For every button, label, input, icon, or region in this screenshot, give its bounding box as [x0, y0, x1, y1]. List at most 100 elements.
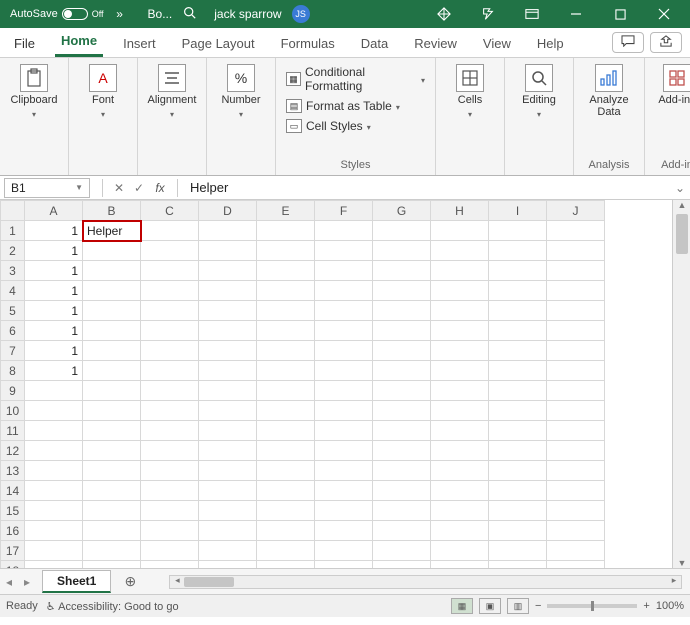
- cell[interactable]: 1: [25, 241, 83, 261]
- cell[interactable]: [199, 381, 257, 401]
- cell[interactable]: [315, 521, 373, 541]
- col-header[interactable]: A: [25, 201, 83, 221]
- row-header[interactable]: 11: [1, 421, 25, 441]
- col-header[interactable]: E: [257, 201, 315, 221]
- cell[interactable]: [373, 381, 431, 401]
- cell[interactable]: [141, 281, 199, 301]
- cell[interactable]: [547, 261, 605, 281]
- cell[interactable]: [373, 241, 431, 261]
- cell[interactable]: [25, 461, 83, 481]
- row-header[interactable]: 17: [1, 541, 25, 561]
- cell[interactable]: [373, 521, 431, 541]
- col-header[interactable]: D: [199, 201, 257, 221]
- cell[interactable]: [257, 561, 315, 569]
- cell[interactable]: 1: [25, 301, 83, 321]
- cell[interactable]: [141, 341, 199, 361]
- autosave-toggle[interactable]: AutoSave Off: [4, 8, 110, 20]
- cell[interactable]: [83, 501, 141, 521]
- row-header[interactable]: 4: [1, 281, 25, 301]
- col-header[interactable]: G: [373, 201, 431, 221]
- cell[interactable]: [257, 481, 315, 501]
- cell[interactable]: [25, 421, 83, 441]
- cell[interactable]: [257, 401, 315, 421]
- cell-styles-button[interactable]: ▭ Cell Styles: [284, 118, 427, 134]
- cell[interactable]: [83, 241, 141, 261]
- cell[interactable]: [199, 421, 257, 441]
- col-header[interactable]: B: [83, 201, 141, 221]
- view-normal-button[interactable]: ▦: [451, 598, 473, 614]
- scroll-down-icon[interactable]: ▼: [673, 558, 690, 568]
- cell[interactable]: [373, 261, 431, 281]
- cell[interactable]: [431, 561, 489, 569]
- cell[interactable]: [547, 521, 605, 541]
- cell[interactable]: [141, 241, 199, 261]
- row-header[interactable]: 16: [1, 521, 25, 541]
- cell[interactable]: [431, 381, 489, 401]
- cell[interactable]: [25, 481, 83, 501]
- select-all-corner[interactable]: [1, 201, 25, 221]
- cell[interactable]: [489, 421, 547, 441]
- cell[interactable]: [199, 221, 257, 241]
- cell[interactable]: [199, 521, 257, 541]
- tab-file[interactable]: File: [8, 30, 41, 57]
- cell[interactable]: [257, 521, 315, 541]
- tab-data[interactable]: Data: [355, 30, 394, 57]
- cell[interactable]: [315, 501, 373, 521]
- scroll-right-icon[interactable]: ▸: [667, 575, 681, 586]
- row-header[interactable]: 2: [1, 241, 25, 261]
- cell[interactable]: [373, 401, 431, 421]
- cell[interactable]: [83, 441, 141, 461]
- cell[interactable]: [489, 261, 547, 281]
- cell[interactable]: [489, 501, 547, 521]
- cell[interactable]: [431, 321, 489, 341]
- user-name[interactable]: jack sparrow: [208, 7, 287, 21]
- cell[interactable]: [25, 441, 83, 461]
- cell[interactable]: [489, 381, 547, 401]
- tab-page-layout[interactable]: Page Layout: [176, 30, 261, 57]
- cell[interactable]: [199, 501, 257, 521]
- cell[interactable]: [431, 441, 489, 461]
- tab-view[interactable]: View: [477, 30, 517, 57]
- cell[interactable]: [547, 301, 605, 321]
- cell[interactable]: [315, 301, 373, 321]
- coming-soon-icon[interactable]: [466, 0, 510, 28]
- cell[interactable]: [489, 301, 547, 321]
- cell[interactable]: [199, 341, 257, 361]
- row-header[interactable]: 18: [1, 561, 25, 569]
- cell[interactable]: [489, 341, 547, 361]
- cell[interactable]: [141, 541, 199, 561]
- cell[interactable]: [547, 281, 605, 301]
- cell[interactable]: [257, 301, 315, 321]
- cell[interactable]: [141, 361, 199, 381]
- cell[interactable]: [315, 381, 373, 401]
- cell[interactable]: [83, 541, 141, 561]
- horizontal-scrollbar[interactable]: ◂ ▸: [169, 575, 682, 589]
- zoom-out-button[interactable]: −: [535, 600, 541, 612]
- cell[interactable]: [373, 461, 431, 481]
- cell[interactable]: [315, 241, 373, 261]
- cell[interactable]: [199, 301, 257, 321]
- minimize-button[interactable]: [554, 0, 598, 28]
- cell[interactable]: [199, 461, 257, 481]
- cell[interactable]: [547, 361, 605, 381]
- analyze-data-button[interactable]: Analyze Data: [582, 64, 636, 118]
- cell[interactable]: [373, 301, 431, 321]
- cell[interactable]: [83, 341, 141, 361]
- col-header[interactable]: H: [431, 201, 489, 221]
- cell[interactable]: [141, 461, 199, 481]
- sheet-tab-active[interactable]: Sheet1: [42, 570, 111, 593]
- cell[interactable]: [83, 461, 141, 481]
- cell[interactable]: [199, 361, 257, 381]
- cell[interactable]: [431, 261, 489, 281]
- cell[interactable]: [257, 241, 315, 261]
- cell[interactable]: [547, 421, 605, 441]
- cell[interactable]: [431, 541, 489, 561]
- cell[interactable]: [547, 241, 605, 261]
- cell[interactable]: [83, 401, 141, 421]
- cell[interactable]: [25, 521, 83, 541]
- cell[interactable]: [83, 261, 141, 281]
- cell[interactable]: [489, 401, 547, 421]
- share-button[interactable]: [650, 32, 682, 53]
- cell[interactable]: [489, 541, 547, 561]
- zoom-in-button[interactable]: +: [643, 600, 649, 612]
